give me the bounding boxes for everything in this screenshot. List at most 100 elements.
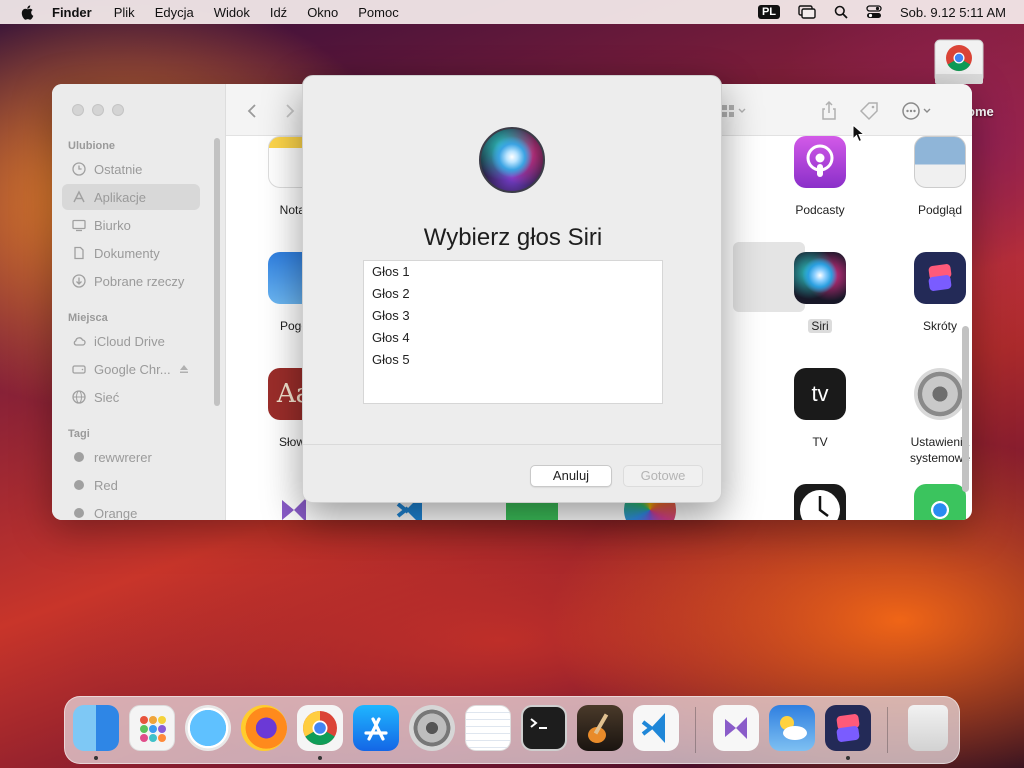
sidebar-scrollbar[interactable] xyxy=(214,138,220,406)
dock xyxy=(64,696,960,764)
app-label: TV xyxy=(812,435,828,449)
clock-icon xyxy=(72,162,86,176)
dock-launchpad-icon[interactable] xyxy=(129,705,175,751)
gear-icon xyxy=(914,368,966,420)
dock-terminal-icon[interactable] xyxy=(521,705,567,751)
app-tv[interactable]: tv TV xyxy=(772,368,868,450)
eject-icon[interactable] xyxy=(179,364,189,374)
tag-icon[interactable] xyxy=(858,100,880,122)
siri-icon xyxy=(479,127,545,193)
dock-trash-icon[interactable] xyxy=(908,705,948,751)
control-center-icon[interactable] xyxy=(866,5,882,19)
app-find-my-partial[interactable] xyxy=(892,484,972,520)
sidebar-item-google-chrome[interactable]: Google Chr... xyxy=(62,356,200,382)
menu-widok[interactable]: Widok xyxy=(214,5,250,20)
voice-option-2[interactable]: Głos 2 xyxy=(364,283,662,305)
app-preview[interactable]: Podgląd xyxy=(892,136,972,218)
dock-app-store-icon[interactable] xyxy=(353,705,399,751)
sidebar-item-downloads[interactable]: Pobrane rzeczy xyxy=(62,268,200,294)
app-podcasts[interactable]: Podcasty xyxy=(772,136,868,218)
dock-textedit-icon[interactable] xyxy=(465,705,511,751)
app-label: Siri xyxy=(772,318,868,334)
dock-shortcuts-icon[interactable] xyxy=(825,705,871,751)
forward-icon[interactable] xyxy=(278,100,300,122)
menu-pomoc[interactable]: Pomoc xyxy=(358,5,398,20)
menu-clock[interactable]: Sob. 9.12 5:11 AM xyxy=(900,5,1006,20)
share-icon[interactable] xyxy=(818,100,840,122)
input-language-badge[interactable]: PL xyxy=(757,5,780,19)
menu-plik[interactable]: Plik xyxy=(114,5,135,20)
dock-safari-icon[interactable] xyxy=(185,705,231,751)
menu-okno[interactable]: Okno xyxy=(307,5,338,20)
tag-dot-icon xyxy=(74,452,84,462)
voice-option-3[interactable]: Głos 3 xyxy=(364,305,662,327)
more-actions-icon[interactable] xyxy=(900,100,936,122)
dock-separator xyxy=(695,707,696,753)
apple-menu-icon[interactable] xyxy=(20,4,36,20)
app-system-settings[interactable]: Ustawienia systemowe xyxy=(892,368,972,466)
sidebar-tag-rewwrerer[interactable]: rewwrerer xyxy=(62,444,200,470)
cloud-icon xyxy=(73,337,86,346)
spotlight-search-icon[interactable] xyxy=(834,5,848,19)
app-shortcuts[interactable]: Skróty xyxy=(892,252,972,334)
dock-visual-studio-icon[interactable] xyxy=(713,705,759,751)
sidebar-item-documents[interactable]: Dokumenty xyxy=(62,240,200,266)
running-indicator xyxy=(318,756,322,760)
dock-vscode-icon[interactable] xyxy=(633,705,679,751)
view-options-icon[interactable] xyxy=(720,100,750,122)
sidebar-item-label: Orange xyxy=(94,505,138,521)
tv-icon: tv xyxy=(794,368,846,420)
dock-firefox-icon[interactable] xyxy=(241,705,287,751)
sidebar-item-label: iCloud Drive xyxy=(94,333,165,349)
sidebar-item-label: rewwrerer xyxy=(94,449,152,465)
preview-icon xyxy=(914,136,966,188)
app-siri[interactable]: Siri xyxy=(772,252,868,334)
tag-dot-icon xyxy=(74,508,84,518)
zoom-button[interactable] xyxy=(112,104,124,116)
document-icon xyxy=(74,246,84,260)
app-label: Skróty xyxy=(922,319,957,333)
dock-finder-icon[interactable] xyxy=(73,705,119,751)
podcasts-icon xyxy=(794,136,846,188)
menu-finder[interactable]: Finder xyxy=(52,5,92,20)
sidebar-item-network[interactable]: Sieć xyxy=(62,384,200,410)
mouse-pointer-icon xyxy=(852,124,866,143)
desktop-icon xyxy=(72,219,86,232)
sidebar-item-desktop[interactable]: Biurko xyxy=(62,212,200,238)
menu-idz[interactable]: Idź xyxy=(270,5,287,20)
screen-mirroring-icon[interactable] xyxy=(798,5,816,19)
close-button[interactable] xyxy=(72,104,84,116)
sidebar-item-icloud[interactable]: iCloud Drive xyxy=(62,328,200,354)
sidebar-item-recents[interactable]: Ostatnie xyxy=(62,156,200,182)
sidebar-item-applications[interactable]: Aplikacje xyxy=(62,184,200,210)
dock-weather-icon[interactable] xyxy=(769,705,815,751)
voice-option-1[interactable]: Głos 1 xyxy=(364,261,662,283)
done-button[interactable]: Gotowe xyxy=(623,465,703,487)
content-scrollbar[interactable] xyxy=(962,326,969,492)
window-controls xyxy=(72,104,124,116)
app-label: Podcasty xyxy=(795,203,845,217)
clock-app-icon xyxy=(794,484,846,520)
voice-list[interactable]: Głos 1 Głos 2 Głos 3 Głos 4 Głos 5 xyxy=(363,260,663,404)
running-indicator xyxy=(94,756,98,760)
back-icon[interactable] xyxy=(242,100,264,122)
menu-edycja[interactable]: Edycja xyxy=(155,5,194,20)
sidebar-tag-orange[interactable]: Orange xyxy=(62,500,200,520)
sidebar-item-label: Dokumenty xyxy=(94,245,160,261)
tag-dot-icon xyxy=(74,480,84,490)
dock-chrome-icon[interactable] xyxy=(297,705,343,751)
voice-option-4[interactable]: Głos 4 xyxy=(364,327,662,349)
dock-garageband-icon[interactable] xyxy=(577,705,623,751)
applications-icon xyxy=(73,190,85,203)
dock-settings-icon[interactable] xyxy=(409,705,455,751)
minimize-button[interactable] xyxy=(92,104,104,116)
cancel-button[interactable]: Anuluj xyxy=(530,465,612,487)
app-clock-partial[interactable] xyxy=(772,484,868,520)
voice-option-5[interactable]: Głos 5 xyxy=(364,349,662,371)
sidebar-header-tags: Tagi xyxy=(68,428,90,440)
sidebar-tag-red[interactable]: Red xyxy=(62,472,200,498)
sidebar-item-label: Ostatnie xyxy=(94,161,143,177)
app-label: Podgląd xyxy=(917,203,963,217)
sidebar-item-label: Sieć xyxy=(94,389,120,405)
find-my-icon xyxy=(914,484,966,520)
